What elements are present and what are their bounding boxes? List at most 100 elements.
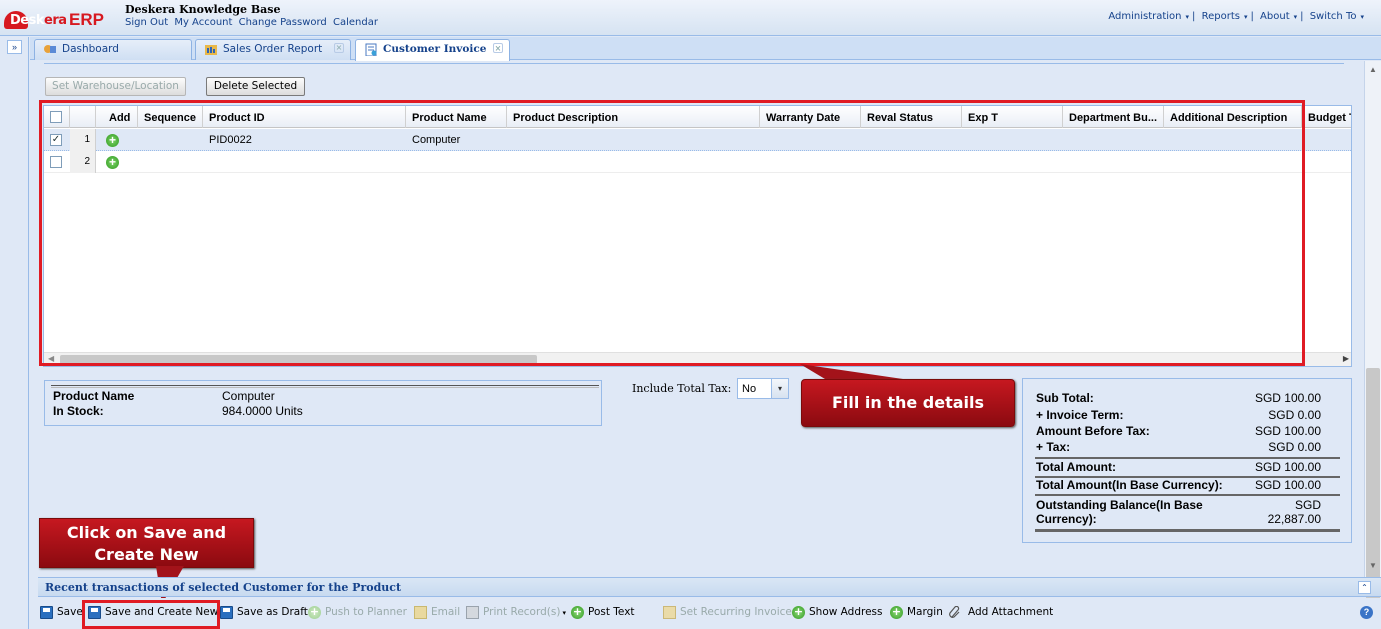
set-recurring-invoice-label: Set Recurring Invoice [680,606,792,618]
outstanding-balance-label-cont: Currency): [1036,512,1097,526]
print-records-button[interactable]: Print Record(s) ▾ [466,606,566,619]
menu-switch-to[interactable]: Switch To ▾ [1310,11,1364,22]
header-bar: Deskera ERP Deskera Knowledge Base Sign … [0,0,1381,36]
save-as-draft-label: Save as Draft [237,606,308,618]
tax-label: + Tax: [1036,440,1071,454]
info-rule [51,385,599,388]
save-as-draft-button[interactable]: Save as Draft [220,606,308,619]
save-label: Save [57,606,83,618]
close-tab-icon[interactable]: × [493,43,503,53]
outstanding-balance-currency: SGD [1294,498,1321,512]
page-vertical-scrollbar[interactable]: ▲ ▼ [1364,61,1381,616]
save-icon [40,606,53,619]
amount-before-tax-label: Amount Before Tax: [1036,424,1150,438]
save-icon [220,606,233,619]
total-amount-value: SGD 100.00 [1254,460,1321,474]
chevron-down-icon: ▾ [562,609,566,617]
set-warehouse-button[interactable]: Set Warehouse/Location [45,77,186,96]
bottom-toolbar: Save Save and Create New Save as Draft +… [30,598,1381,629]
invoice-icon [365,43,377,56]
menu-separator: | [1250,11,1254,22]
scroll-up-icon[interactable]: ▲ [1369,65,1377,74]
logo-text: Desk [10,13,45,28]
scroll-down-icon[interactable]: ▼ [1369,561,1377,570]
tab-customer-invoice[interactable]: Customer Invoice × [355,39,510,62]
logo-text-red: era [44,13,67,28]
tax-value: SGD 0.00 [1268,440,1321,454]
menu-about[interactable]: About ▾ [1260,11,1297,22]
recent-transactions-title: Recent transactions of selected Customer… [45,581,402,594]
add-attachment-button[interactable]: Add Attachment [948,606,1053,618]
collapse-icon[interactable]: ⌃ [1358,581,1371,594]
email-label: Email [431,606,461,618]
scroll-right-icon[interactable]: ▶ [1343,354,1349,363]
show-address-button[interactable]: + Show Address [792,606,883,619]
set-recurring-invoice-button[interactable]: Set Recurring Invoice [663,606,792,619]
margin-button[interactable]: + Margin [890,605,943,619]
deskera-logo[interactable]: Deskera ERP [4,4,116,32]
menu-administration[interactable]: Administration ▾ [1108,11,1189,22]
recent-transactions-header[interactable]: Recent transactions of selected Customer… [38,577,1381,597]
amount-before-tax-value: SGD 100.00 [1254,424,1321,438]
post-text-button[interactable]: + Post Text [571,606,635,619]
in-stock-value: 984.0000 Units [222,404,303,418]
tab-sales-order-report[interactable]: Sales Order Report × [195,39,351,60]
callout-line: Create New [94,545,199,564]
chevron-down-icon: ▾ [1360,13,1364,21]
menu-about-label: About [1260,11,1290,22]
menu-reports[interactable]: Reports ▾ [1202,11,1248,22]
push-to-planner-label: Push to Planner [325,606,407,618]
menu-reports-label: Reports [1201,11,1240,22]
column-header[interactable]: Budget T [1302,106,1351,128]
in-stock-label: In Stock: [53,404,104,418]
print-records-label: Print Record(s) [483,606,561,618]
tab-dashboard[interactable]: Dashboard [34,39,192,60]
dashboard-icon [44,45,56,53]
tab-dashboard-label: Dashboard [62,43,119,55]
include-tax-select[interactable]: No ▾ [737,378,789,399]
plus-icon: + [890,605,903,619]
logo-erp: ERP [69,10,104,29]
close-tab-icon[interactable]: × [334,43,344,53]
calendar-link[interactable]: Calendar [333,17,378,28]
expand-sidebar-icon[interactable]: » [7,40,22,54]
product-name-label: Product Name [53,389,135,403]
product-info-box: Product Name Computer In Stock: 984.0000… [44,380,602,426]
sign-out-link[interactable]: Sign Out [125,17,168,28]
tab-customer-invoice-label: Customer Invoice [383,43,487,55]
summary-divider [1035,529,1340,532]
menu-separator: | [1300,11,1304,22]
change-password-link[interactable]: Change Password [239,17,327,28]
save-create-highlight-box [82,600,220,629]
menu-administration-label: Administration [1108,11,1182,22]
save-button[interactable]: Save [40,606,83,619]
collapsed-sidebar: » [0,37,29,629]
help-icon[interactable]: ? [1360,606,1373,619]
sub-total-label: Sub Total: [1036,391,1094,405]
paperclip-icon [949,606,960,618]
margin-label: Margin [907,606,943,618]
invoice-summary: Sub Total: SGD 100.00 + Invoice Term: SG… [1022,378,1352,543]
chevron-down-icon: ▾ [1185,13,1190,21]
fill-details-callout: Fill in the details [801,379,1015,427]
product-name-value: Computer [222,389,275,403]
tab-strip: Dashboard Sales Order Report × Customer … [30,37,1381,62]
chevron-down-icon: ▾ [1293,13,1298,21]
email-button[interactable]: Email [414,606,461,619]
chevron-down-icon: ▾ [1243,13,1248,21]
outstanding-balance-label: Outstanding Balance(In Base [1036,498,1203,512]
include-tax-value: No [742,383,757,395]
chevron-down-icon[interactable]: ▾ [771,379,788,398]
push-to-planner-button[interactable]: + Push to Planner [308,606,407,619]
add-attachment-label: Add Attachment [968,606,1054,618]
my-account-link[interactable]: My Account [174,17,232,28]
post-text-label: Post Text [588,606,635,618]
delete-selected-button[interactable]: Delete Selected [206,77,305,96]
recurring-icon [663,606,676,619]
email-icon [414,606,427,619]
app-title: Deskera Knowledge Base [125,3,281,16]
main-menu: Administration ▾ | Reports ▾ | About ▾ | Switc… [1105,11,1367,22]
total-base-currency-label: Total Amount(In Base Currency): [1036,478,1223,492]
callout-line: Click on Save and [66,523,227,542]
invoice-term-value: SGD 0.00 [1268,408,1321,422]
